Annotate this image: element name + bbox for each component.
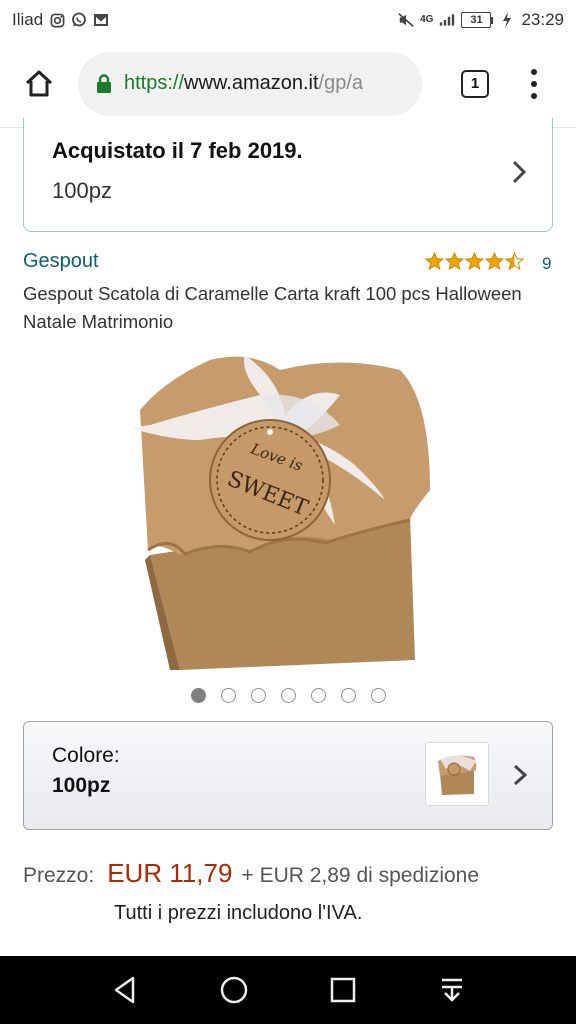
gmail-icon bbox=[93, 12, 109, 28]
carousel-dot[interactable] bbox=[280, 688, 296, 703]
home-nav-button[interactable] bbox=[214, 970, 254, 1010]
product-image[interactable]: Love is SWEET bbox=[110, 340, 470, 670]
star-full-icon bbox=[445, 252, 464, 271]
price-value: EUR 11,79 bbox=[107, 858, 233, 888]
carousel-dot[interactable] bbox=[220, 688, 236, 703]
signal-icon bbox=[439, 12, 455, 28]
clock: 23:29 bbox=[521, 10, 564, 29]
star-full-icon bbox=[485, 252, 504, 271]
tab-switcher-button[interactable]: 1 bbox=[450, 59, 500, 109]
product-title: Gespout Scatola di Caramelle Carta kraft… bbox=[23, 283, 522, 332]
url-text: https://www.amazon.it/gp/a bbox=[124, 72, 364, 94]
home-circle-icon bbox=[220, 976, 247, 1004]
tab-count: 1 bbox=[461, 69, 489, 98]
whatsapp-icon bbox=[71, 12, 87, 28]
home-icon bbox=[25, 70, 53, 96]
url-bar[interactable]: https://www.amazon.it/gp/a bbox=[78, 51, 422, 116]
recents-icon bbox=[330, 977, 355, 1003]
network-type: 4G bbox=[420, 14, 434, 25]
purchase-history-card[interactable]: Acquistato il 7 feb 2019. 100pz bbox=[23, 118, 553, 232]
chevron-right-icon bbox=[512, 160, 527, 184]
star-full-icon bbox=[425, 252, 444, 271]
notification-pulldown-icon bbox=[441, 978, 462, 1002]
chevron-right-icon bbox=[513, 764, 528, 786]
overflow-menu-button[interactable] bbox=[514, 59, 554, 109]
color-thumbnail bbox=[425, 742, 489, 806]
battery-icon: 31 bbox=[461, 12, 494, 28]
image-carousel-indicator bbox=[0, 688, 576, 703]
rating-stars[interactable] bbox=[425, 252, 524, 271]
back-icon bbox=[114, 976, 134, 1004]
price-row: Prezzo: EUR 11,79 + EUR 2,89 di spedizio… bbox=[23, 858, 479, 889]
star-full-icon bbox=[465, 252, 484, 271]
carousel-dot[interactable] bbox=[190, 688, 206, 703]
carousel-dot[interactable] bbox=[340, 688, 356, 703]
system-navigation-bar bbox=[0, 956, 576, 1024]
home-button[interactable] bbox=[14, 59, 64, 109]
lock-icon bbox=[97, 73, 111, 93]
browser-toolbar: https://www.amazon.it/gp/a 1 bbox=[0, 40, 576, 128]
purchase-date: Acquistato il 7 feb 2019. bbox=[52, 138, 303, 163]
instagram-icon bbox=[49, 12, 65, 28]
shipping-cost: + EUR 2,89 di spedizione bbox=[241, 864, 480, 887]
carousel-dot[interactable] bbox=[310, 688, 326, 703]
carousel-dot[interactable] bbox=[370, 688, 386, 703]
mute-icon bbox=[398, 12, 414, 28]
purchase-variant: 100pz bbox=[52, 178, 112, 203]
carousel-dot[interactable] bbox=[250, 688, 266, 703]
charging-icon bbox=[499, 12, 515, 28]
carrier-name: Iliad bbox=[12, 10, 44, 29]
status-bar-right: 4G 31 23:29 bbox=[398, 10, 564, 30]
back-button[interactable] bbox=[105, 970, 145, 1010]
status-bar: Iliad 4G 31 23:29 bbox=[0, 0, 576, 40]
recents-button[interactable] bbox=[323, 970, 363, 1010]
price-label: Prezzo: bbox=[23, 864, 95, 887]
vat-note: Tutti i prezzi includono l'IVA. bbox=[114, 902, 363, 924]
rating-count[interactable]: 9 bbox=[542, 254, 551, 274]
notification-pulldown-button[interactable] bbox=[432, 970, 472, 1010]
status-bar-left: Iliad bbox=[12, 10, 109, 30]
color-selector[interactable]: Colore: 100pz bbox=[23, 721, 553, 830]
brand-link[interactable]: Gespout bbox=[23, 250, 99, 273]
star-half-icon bbox=[505, 252, 524, 271]
